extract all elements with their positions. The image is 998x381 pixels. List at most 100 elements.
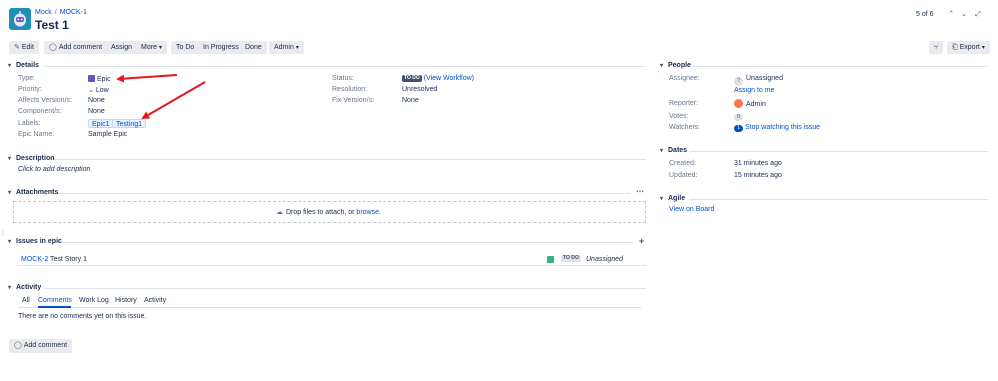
created-label: Created: — [669, 160, 696, 167]
details-heading: Details — [16, 62, 39, 69]
type-label: Type: — [18, 75, 36, 82]
comment-icon: ◯ — [49, 44, 57, 51]
comment-icon: ◯ — [14, 342, 22, 349]
chevron-down-icon: ▾ — [295, 45, 299, 51]
chevron-down-icon: ▾ — [660, 63, 664, 69]
description-section-toggle[interactable]: ▾ Description — [8, 155, 55, 162]
view-workflow-link[interactable]: (View Workflow) — [424, 75, 474, 82]
add-comment-button[interactable]: ◯ Add comment — [44, 41, 108, 54]
robot-icon — [9, 8, 31, 30]
components-label: Component/s: — [18, 108, 62, 115]
fix-versions-value[interactable]: None — [402, 97, 419, 104]
epic-icon — [88, 75, 95, 82]
breadcrumb-project-link[interactable]: Mock — [35, 9, 52, 16]
status-lozenge: TO DO — [402, 75, 422, 82]
admin-label: Admin — [274, 44, 294, 51]
done-button[interactable]: Done — [240, 41, 267, 54]
divider — [689, 151, 988, 152]
expand-button[interactable]: ⤢ — [972, 9, 984, 20]
issue-title[interactable]: Test 1 — [35, 18, 69, 32]
assignee-label: Assignee: — [669, 75, 700, 82]
add-comment-button-bottom[interactable]: ◯ Add comment — [9, 339, 73, 353]
priority-low-icon: ⌄ — [88, 87, 94, 94]
tab-history[interactable]: History — [115, 297, 137, 304]
browse-link[interactable]: browse. — [356, 209, 381, 216]
reporter-text: Admin — [746, 101, 766, 108]
watchers-value: 1 Stop watching this issue — [734, 124, 820, 132]
priority-value[interactable]: ⌄ Low — [88, 86, 109, 94]
story-icon — [547, 256, 554, 265]
admin-button[interactable]: Admin ▾ — [269, 41, 304, 54]
annotation-arrow — [141, 81, 206, 120]
agile-heading: Agile — [668, 195, 686, 202]
reporter-value[interactable]: Admin — [734, 99, 766, 108]
label-chip[interactable]: Testing1 — [112, 119, 147, 128]
edit-label: Edit — [21, 44, 34, 51]
breadcrumb-issue-link[interactable]: MOCK-1 — [60, 9, 87, 16]
epic-name-value[interactable]: Sample Epic — [88, 131, 127, 138]
type-value[interactable]: Epic — [88, 75, 111, 83]
type-text: Epic — [97, 76, 111, 83]
project-avatar[interactable] — [9, 8, 31, 30]
details-section-toggle[interactable]: ▾ Details — [8, 62, 39, 69]
created-value: 31 minutes ago — [734, 160, 782, 167]
activity-section-toggle[interactable]: ▾ Activity — [8, 284, 41, 291]
drop-text: Drop files to attach, or — [286, 209, 357, 216]
in-progress-button[interactable]: In Progress — [198, 41, 244, 54]
resolution-value: Unresolved — [402, 86, 438, 93]
tab-work-log[interactable]: Work Log — [79, 297, 109, 304]
dates-heading: Dates — [668, 147, 688, 154]
updated-label: Updated: — [669, 172, 698, 179]
share-button[interactable]: ⑂ — [929, 41, 944, 54]
components-value[interactable]: None — [88, 108, 105, 115]
stop-watching-link[interactable]: Stop watching this issue — [745, 124, 820, 131]
tab-all[interactable]: All — [22, 297, 30, 304]
agile-section-toggle[interactable]: ▾ Agile — [660, 195, 685, 202]
pencil-icon: ✎ — [14, 44, 20, 51]
votes-label: Votes: — [669, 113, 689, 120]
assign-to-me-link[interactable]: Assign to me — [734, 87, 774, 94]
resize-handle[interactable]: ⋮ — [0, 229, 6, 239]
edit-button[interactable]: ✎ Edit — [9, 41, 39, 54]
view-on-board-link[interactable]: View on Board — [669, 206, 714, 213]
assignee-value[interactable]: ? Unassigned — [734, 75, 783, 86]
resolution-label: Resolution: — [332, 86, 368, 93]
chevron-down-icon: ▾ — [8, 63, 12, 69]
child-issue-summary[interactable]: Test Story 1 — [50, 256, 87, 263]
chevron-up-icon: ⌃ — [948, 11, 954, 18]
child-issue-key[interactable]: MOCK-2 — [21, 256, 48, 263]
more-button[interactable]: More ▾ — [136, 41, 167, 54]
add-comment-label: Add comment — [58, 44, 103, 51]
description-heading: Description — [16, 155, 55, 162]
people-section-toggle[interactable]: ▾ People — [660, 62, 691, 69]
issues-in-epic-heading: Issues in epic — [16, 238, 62, 245]
chevron-down-icon: ⌄ — [961, 11, 967, 18]
attachments-section-toggle[interactable]: ▾ Attachments — [8, 189, 58, 196]
chevron-down-icon: ▾ — [8, 285, 12, 291]
divider — [58, 193, 630, 194]
chevron-down-icon: ▾ — [981, 45, 985, 51]
dropzone-text: ☁ Drop files to attach, or browse. — [276, 208, 381, 216]
label-chip[interactable]: Epic1 — [88, 119, 114, 128]
tab-comments[interactable]: Comments — [38, 297, 72, 304]
previous-issue-button[interactable]: ⌃ — [945, 9, 957, 20]
no-comments-text: There are no comments yet on this issue. — [18, 313, 147, 320]
watchers-badge[interactable]: 1 — [734, 125, 743, 132]
tab-activity[interactable]: Activity — [144, 297, 166, 304]
affects-versions-value[interactable]: None — [88, 97, 105, 104]
priority-label: Priority: — [18, 86, 42, 93]
to-do-button[interactable]: To Do — [171, 41, 200, 54]
child-issue-status: TO DO — [561, 255, 581, 262]
issues-in-epic-section-toggle[interactable]: ▾ Issues in epic — [8, 238, 62, 245]
add-comment-bottom-label: Add comment — [23, 342, 68, 349]
next-issue-button[interactable]: ⌄ — [958, 9, 970, 20]
divider — [62, 242, 634, 243]
description-placeholder[interactable]: Click to add description — [18, 166, 90, 173]
votes-count[interactable]: 0 — [734, 113, 743, 121]
divider — [55, 159, 646, 160]
add-issue-icon[interactable]: + — [639, 236, 644, 246]
more-options-icon[interactable]: ⋯ — [636, 187, 644, 196]
dates-section-toggle[interactable]: ▾ Dates — [660, 147, 687, 154]
assign-button[interactable]: Assign — [106, 41, 138, 54]
export-button[interactable]: ⎗ Export ▾ — [947, 41, 990, 54]
